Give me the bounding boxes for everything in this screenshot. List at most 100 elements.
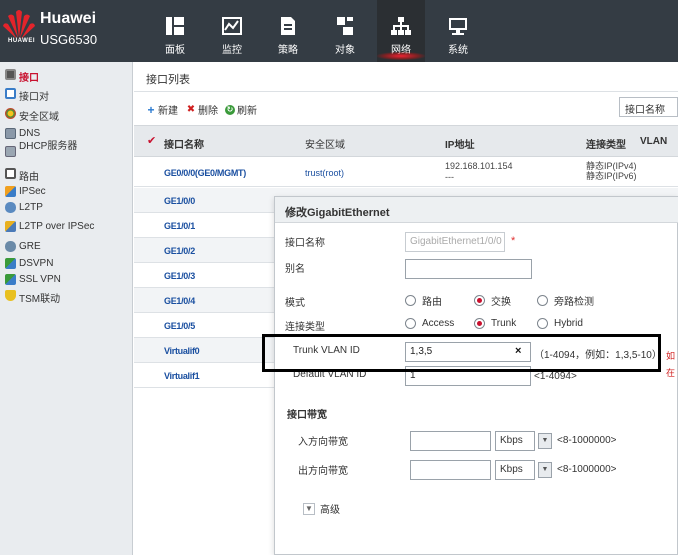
nav-network[interactable]: 网络: [377, 0, 425, 62]
brand-name: Huawei: [40, 10, 97, 27]
table-row[interactable]: GE0/0/0(GE0/MGMT) trust(root) 192.168.10…: [134, 158, 678, 187]
mode-switch-radio[interactable]: 交换: [474, 293, 511, 308]
interface-name[interactable]: GE1/0/0: [164, 196, 195, 206]
ifname-label: 接口名称: [285, 238, 325, 249]
nav-object[interactable]: 对象: [321, 0, 369, 62]
dns-icon: [5, 128, 16, 139]
sidebar-item-dhcp-server[interactable]: DHCP服务器: [5, 141, 78, 157]
device-model: USG6530: [40, 32, 98, 47]
nav-policy[interactable]: 策略: [264, 0, 312, 62]
delete-button[interactable]: ✖ 删除: [186, 102, 218, 117]
ipv6-value: ---: [445, 172, 454, 182]
mode-label: 模式: [285, 298, 305, 309]
interface-name[interactable]: GE1/0/4: [164, 296, 195, 306]
security-zone: trust(root): [305, 168, 345, 178]
radio-label: 交换: [491, 297, 511, 308]
sidebar-item-label: 路由: [19, 172, 39, 183]
outbound-input[interactable]: [410, 460, 491, 480]
sidebar-item-label: DHCP服务器: [19, 141, 78, 152]
inbound-input[interactable]: [410, 431, 491, 451]
interface-name[interactable]: GE1/0/1: [164, 221, 195, 231]
ifname-input: GigabitEthernet1/0/0: [405, 232, 505, 252]
radio-label: Access: [422, 318, 455, 329]
radio-circle: [405, 318, 416, 329]
nav-monitor[interactable]: 监控: [208, 0, 256, 62]
delete-icon: ✖: [186, 103, 196, 115]
chevron-down-icon[interactable]: ▼: [538, 462, 552, 478]
sidebar-item-security-zone[interactable]: 安全区域: [5, 108, 59, 123]
sidebar-item-ipsec[interactable]: IPSec: [5, 186, 46, 200]
edit-interface-dialog: 修改GigabitEthernet 接口名称 GigabitEthernet1/…: [274, 196, 678, 555]
sidebar-item-label: GRE: [19, 241, 41, 252]
inbound-label: 入方向带宽: [298, 437, 348, 448]
column-header[interactable]: 连接类型: [586, 136, 626, 151]
nav-dashboard[interactable]: 面板: [151, 0, 199, 62]
sidebar-item-tsm[interactable]: TSM联动: [5, 290, 61, 305]
nav-label: 对象: [335, 45, 355, 56]
nav-label: 网络: [391, 45, 411, 56]
radio-circle: [474, 318, 485, 329]
conn-ipv4: 静态IP(IPv4): [586, 161, 637, 171]
radio-label: 旁路检测: [554, 297, 594, 308]
sidebar-item-l2tp-over-ipsec[interactable]: L2TP over IPSec: [5, 221, 94, 235]
new-label: 新建: [158, 106, 178, 117]
sidebar-item-interface-pair[interactable]: 接口对: [5, 88, 49, 103]
refresh-button[interactable]: ↻ 刷新: [225, 102, 257, 117]
required-mark: *: [511, 235, 516, 247]
column-header[interactable]: IP地址: [445, 136, 474, 151]
outbound-unit-select[interactable]: Kbps: [495, 460, 535, 480]
sidebar-item-label: SSL VPN: [19, 274, 61, 285]
sidebar-item-dns[interactable]: DNS: [5, 128, 40, 142]
refresh-label: 刷新: [237, 106, 257, 117]
interface-icon: [5, 69, 16, 80]
conn-type-label: 连接类型: [285, 322, 325, 333]
nav-label: 监控: [222, 45, 242, 56]
nav-label: 系统: [448, 45, 468, 56]
search-field-select[interactable]: 接口名称: [619, 97, 678, 117]
inbound-hint: <8-1000000>: [557, 435, 617, 446]
alias-label: 别名: [285, 264, 305, 275]
sidebar-item-dsvpn[interactable]: DSVPN: [5, 258, 53, 272]
sidebar-item-ssl-vpn[interactable]: SSL VPN: [5, 274, 61, 288]
advanced-toggle[interactable]: ▼ 高级: [303, 501, 340, 516]
conn-hybrid-radio[interactable]: Hybrid: [537, 318, 583, 329]
clipped-text: 如: [666, 351, 676, 361]
mode-bypass-radio[interactable]: 旁路检测: [537, 293, 594, 308]
inbound-unit-select[interactable]: Kbps: [495, 431, 535, 451]
column-header[interactable]: 接口名称: [164, 136, 204, 151]
column-header[interactable]: VLAN: [640, 136, 667, 147]
nav-system[interactable]: 系统: [434, 0, 482, 62]
conn-access-radio[interactable]: Access: [405, 318, 454, 329]
sidebar-item-label: DSVPN: [19, 258, 54, 269]
sidebar-item-route[interactable]: 路由: [5, 168, 39, 183]
mode-route-radio[interactable]: 路由: [405, 293, 442, 308]
sidebar-item-l2tp[interactable]: L2TP: [5, 202, 43, 216]
dhcp-server-icon: [5, 146, 16, 157]
chevron-down-icon[interactable]: ▼: [538, 433, 552, 449]
sidebar-item-gre[interactable]: GRE: [5, 241, 41, 255]
interface-name[interactable]: Virtualif1: [164, 371, 200, 381]
outbound-hint: <8-1000000>: [557, 464, 617, 475]
sidebar-item-interface[interactable]: 接口: [5, 69, 39, 84]
clipped-text: 在: [666, 368, 676, 378]
interface-name[interactable]: Virtualif0: [164, 346, 200, 356]
bandwidth-section-title: 接口带宽: [287, 410, 327, 421]
l2tp-icon: [5, 202, 16, 213]
interface-name[interactable]: GE0/0/0(GE0/MGMT): [164, 168, 246, 178]
dashboard-icon: [166, 17, 184, 35]
new-button[interactable]: + 新建: [146, 102, 178, 118]
interface-name[interactable]: GE1/0/5: [164, 321, 195, 331]
interface-name[interactable]: GE1/0/3: [164, 271, 195, 281]
toolbar: + 新建 ✖ 删除 ↻ 刷新: [134, 93, 678, 121]
radio-circle: [537, 295, 548, 306]
column-header[interactable]: 安全区域: [305, 136, 345, 151]
alias-input[interactable]: [405, 259, 532, 279]
route-icon: [5, 168, 16, 179]
brand-small: HUAWEI: [8, 38, 35, 44]
sidebar-item-label: TSM联动: [19, 294, 61, 305]
delete-label: 删除: [198, 106, 218, 117]
radio-circle: [474, 295, 485, 306]
select-all-checkbox[interactable]: ✔: [147, 136, 158, 147]
interface-name[interactable]: GE1/0/2: [164, 246, 195, 256]
conn-trunk-radio[interactable]: Trunk: [474, 318, 516, 329]
